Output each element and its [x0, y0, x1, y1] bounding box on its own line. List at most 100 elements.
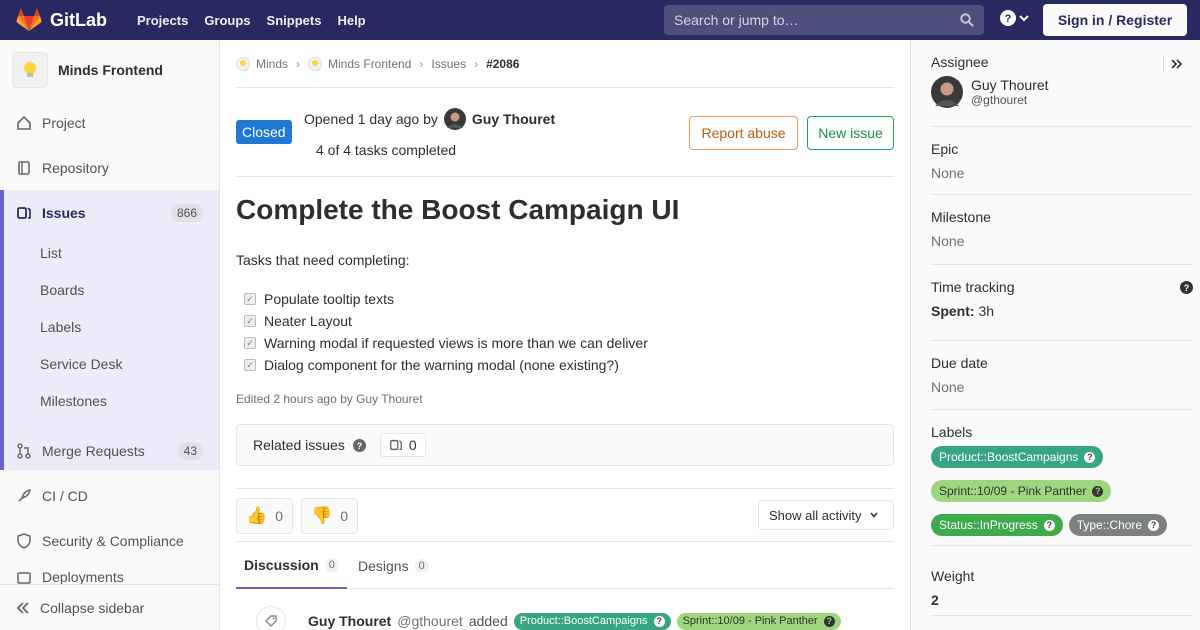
weight-block[interactable]: Weight 2	[931, 546, 1193, 616]
sidebar-item-security[interactable]: Security & Compliance	[0, 518, 219, 563]
report-abuse-button[interactable]: Report abuse	[689, 116, 798, 150]
sign-in-button[interactable]: Sign in / Register	[1043, 4, 1187, 36]
labels-list: Product::BoostCampaigns ? Sprint::10/09 …	[931, 446, 1193, 536]
breadcrumb-minds-frontend[interactable]: Minds Frontend	[328, 57, 411, 71]
breadcrumb-minds[interactable]: Minds	[256, 57, 288, 71]
breadcrumb-issue-id[interactable]: #2086	[486, 57, 519, 71]
question-icon: ?	[1000, 10, 1016, 26]
task-checkbox[interactable]: ✓	[244, 315, 256, 327]
deployments-icon	[17, 572, 31, 584]
task-checkbox[interactable]: ✓	[244, 293, 256, 305]
new-issue-button[interactable]: New issue	[807, 116, 894, 150]
spent-value: 3h	[978, 303, 995, 319]
gitlab-logo-icon	[16, 8, 42, 31]
thumbs-up-button[interactable]: 👍 0	[236, 498, 293, 534]
label-pill[interactable]: Status::InProgress ?	[931, 514, 1063, 536]
sidebar-item-merge-requests[interactable]: Merge Requests 43	[0, 428, 219, 473]
sidebar-item-issues[interactable]: Issues 866	[0, 190, 219, 235]
thumbs-down-button[interactable]: 👎 0	[301, 498, 358, 534]
weight-value: 2	[931, 592, 939, 608]
task-text: Warning modal if requested views is more…	[264, 335, 648, 351]
nav-snippets[interactable]: Snippets	[259, 13, 330, 28]
search-input[interactable]: Search or jump to…	[664, 5, 984, 35]
lightbulb-icon	[236, 56, 250, 71]
search-placeholder: Search or jump to…	[674, 12, 799, 28]
related-issues-count[interactable]: 0	[379, 433, 426, 457]
activity-filter-label: Show all activity	[769, 507, 862, 523]
assignee-name: Guy Thouret	[971, 77, 1049, 93]
task-checkbox[interactable]: ✓	[244, 337, 256, 349]
help-dropdown[interactable]: ?	[1000, 10, 1030, 26]
avatar[interactable]	[443, 108, 466, 130]
sidebar-item-ci-cd[interactable]: CI / CD	[0, 473, 219, 518]
assignee-user[interactable]: Guy Thouret @gthouret	[931, 76, 1193, 108]
sidebar-item-label: Deployments	[42, 569, 124, 585]
task-text: Dialog component for the warning modal (…	[264, 357, 619, 373]
tab-designs[interactable]: Designs 0	[350, 542, 437, 589]
shield-icon	[17, 532, 31, 549]
issue-author[interactable]: Guy Thouret	[472, 111, 555, 127]
due-date-title: Due date	[931, 355, 988, 371]
milestone-block[interactable]: Milestone None	[931, 195, 1193, 265]
subnav-service-desk[interactable]: Service Desk	[40, 356, 122, 372]
right-sidebar: Assignee Guy Thouret @gthouret Epic None…	[910, 40, 1200, 630]
label-pill[interactable]: Product::BoostCampaigns ?	[513, 612, 671, 630]
gitlab-home-link[interactable]: GitLab	[16, 8, 107, 32]
sidebar-item-label: CI / CD	[42, 487, 88, 504]
due-date-block[interactable]: Due date None	[931, 341, 1193, 410]
collapse-label: Collapse sidebar	[40, 599, 145, 616]
issue-main: Minds › Minds Frontend › Issues › #2086 …	[236, 40, 894, 630]
nav-groups[interactable]: Groups	[196, 13, 258, 28]
thumbs-up-count: 0	[275, 508, 283, 524]
issues-count-badge: 866	[170, 203, 203, 222]
tab-discussion[interactable]: Discussion 0	[236, 542, 347, 589]
task-text: Neater Layout	[264, 313, 352, 329]
assignee-block: Assignee Guy Thouret @gthouret	[931, 54, 1193, 126]
subnav-milestones[interactable]: Milestones	[40, 393, 107, 409]
label-pill[interactable]: Sprint::10/09 - Pink Panther ?	[676, 612, 841, 630]
related-count-value: 0	[408, 437, 417, 453]
label-pill[interactable]: Product::BoostCampaigns ?	[931, 446, 1104, 468]
label-pill[interactable]: Sprint::10/09 - Pink Panther ?	[931, 480, 1112, 502]
tab-label: Designs	[358, 557, 409, 574]
label-text: Sprint::10/09 - Pink Panther	[682, 615, 818, 627]
sidebar-item-project[interactable]: Project	[0, 100, 219, 145]
question-icon[interactable]: ?	[1180, 281, 1193, 294]
status-badge: Closed	[236, 120, 292, 144]
subnav-boards[interactable]: Boards	[40, 282, 84, 298]
label-pill[interactable]: Type::Chore ?	[1068, 514, 1168, 536]
nav-projects[interactable]: Projects	[129, 13, 196, 28]
tag-icon	[265, 615, 277, 627]
system-note: Guy Thouret @gthouret added Product::Boo…	[236, 606, 894, 630]
breadcrumb-separator: ›	[419, 56, 424, 71]
sidebar-item-deployments[interactable]: Deployments	[0, 563, 219, 585]
label-text: Product::BoostCampaigns	[519, 615, 648, 627]
question-icon: ?	[1043, 519, 1055, 531]
task-list: ✓ Populate tooltip texts ✓ Neater Layout ✓…	[236, 288, 894, 376]
subnav-list[interactable]: List	[40, 245, 62, 261]
sidebar-item-repository[interactable]: Repository	[0, 145, 219, 190]
sidebar-item-label: Repository	[42, 159, 109, 176]
question-icon[interactable]: ?	[352, 438, 366, 452]
avatar	[931, 76, 963, 108]
repository-icon	[18, 160, 30, 175]
subnav-labels[interactable]: Labels	[40, 319, 81, 335]
reactions-bar: 👍 0 👎 0 Show all activity	[236, 488, 894, 542]
related-issues-title: Related issues	[253, 437, 345, 453]
milestone-value: None	[931, 233, 965, 249]
note-handle[interactable]: @gthouret	[397, 613, 463, 629]
nav-help[interactable]: Help	[329, 13, 373, 28]
breadcrumb-separator: ›	[474, 56, 479, 71]
chevron-down-icon	[1019, 15, 1029, 22]
breadcrumb-issues[interactable]: Issues	[431, 57, 466, 71]
lightbulb-icon	[24, 62, 36, 77]
note-author[interactable]: Guy Thouret	[308, 613, 391, 629]
question-icon: ?	[1092, 485, 1104, 497]
task-checkbox[interactable]: ✓	[244, 359, 256, 371]
activity-filter-dropdown[interactable]: Show all activity	[758, 500, 894, 530]
epic-block[interactable]: Epic None	[931, 126, 1193, 195]
project-icon	[17, 115, 31, 130]
question-icon: ?	[1148, 519, 1160, 531]
project-header[interactable]: Minds Frontend	[0, 40, 219, 100]
collapse-sidebar-button[interactable]: Collapse sidebar	[0, 584, 219, 630]
